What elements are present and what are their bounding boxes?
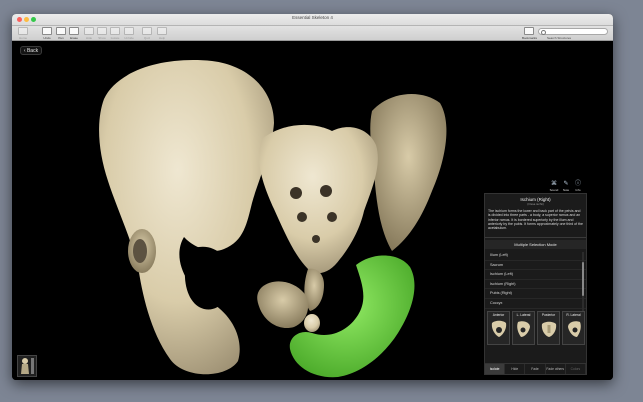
toolbar-quiz-label: Quiz <box>143 36 151 40</box>
multiple-selection-header: Multiple Selection Mode <box>485 240 586 249</box>
info-button[interactable]: ⓘ Info <box>572 181 584 192</box>
sacral-foramen-3 <box>297 212 307 222</box>
sacrum[interactable] <box>259 124 378 274</box>
list-item[interactable]: Sacrum <box>485 261 586 271</box>
toolbar-pen-label: Pen <box>58 36 64 40</box>
toolbar-bookmarks-label: Bookmarks <box>522 36 538 40</box>
toolbar-show-button[interactable]: Show <box>95 27 109 40</box>
toolbar: Home Undo Pen Erase Hide Show Isolate Un… <box>12 26 613 41</box>
pelvis-thumbnail-left-lateral <box>516 321 530 337</box>
info-label: Info <box>575 188 581 192</box>
back-button[interactable]: ‹ Back <box>20 46 42 55</box>
sound-label: Sound <box>549 188 559 192</box>
view-right-lateral-label: R. Lateral <box>566 313 581 317</box>
pelvis-thumbnail-anterior <box>491 320 506 337</box>
search-label: Search Structures <box>547 36 572 40</box>
toolbar-home-button[interactable]: Home <box>16 27 30 40</box>
quiz-icon <box>142 27 152 35</box>
undo-icon <box>42 27 52 35</box>
view-posterior-button[interactable]: Posterior <box>537 311 560 345</box>
pubic-symphysis[interactable] <box>304 314 320 332</box>
selection-mode-bar: Isolate Hide Fade Fade others Colors <box>485 363 587 374</box>
mode-hide-button[interactable]: Hide <box>505 364 526 374</box>
mode-isolate-button[interactable]: Isolate <box>485 364 506 374</box>
toolbar-undo-button[interactable]: Undo <box>40 27 54 40</box>
sound-button[interactable]: ⌘ Sound <box>548 181 560 192</box>
info-panel: ⌘ Sound ✎ Note ⓘ Info Ischium (Right) (O… <box>484 181 587 375</box>
view-right-lateral-button[interactable]: R. Lateral <box>562 311 585 345</box>
pelvis-thumbnail-posterior <box>541 321 556 337</box>
mode-colors-button[interactable]: Colors <box>566 364 587 374</box>
search-input[interactable] <box>538 28 608 35</box>
sacral-foramen-4 <box>327 212 337 222</box>
toolbar-bookmarks-button[interactable]: Bookmarks <box>522 27 538 40</box>
structure-latin-name: (Ossa ischii) <box>527 202 544 206</box>
help-icon <box>157 27 167 35</box>
toolbar-hide-label: Hide <box>85 36 93 40</box>
list-item[interactable]: Ilium (Left) <box>485 251 586 261</box>
selection-list: Ilium (Left) Sacrum Ischium (Left) Ischi… <box>485 251 586 309</box>
scroll-thumb[interactable] <box>582 262 584 296</box>
toolbar-isolate-button[interactable]: Isolate <box>108 27 122 40</box>
note-icon: ✎ <box>563 181 569 187</box>
back-button-label: Back <box>26 48 39 54</box>
toolbar-home-label: Home <box>18 36 27 40</box>
skeleton-figure-thumbnail[interactable] <box>17 355 37 377</box>
toolbar-isolate-label: Isolate <box>110 36 120 40</box>
structure-description: The ischium forms the lower and back par… <box>488 209 583 231</box>
unhide-icon <box>124 27 134 35</box>
skeleton-figure-icon <box>21 358 34 374</box>
ilium-left[interactable] <box>99 60 274 375</box>
list-item[interactable]: Pubis (Right) <box>485 289 586 299</box>
toolbar-quiz-button[interactable]: Quiz <box>140 27 154 40</box>
window-title: Essential Skeleton 4 <box>292 15 333 20</box>
view-posterior-label: Posterior <box>541 313 556 317</box>
mode-fade-button[interactable]: Fade <box>525 364 546 374</box>
view-left-lateral-button[interactable]: L. Lateral <box>512 311 535 345</box>
sound-icon: ⌘ <box>551 181 557 187</box>
3d-viewport[interactable]: ‹ Back ⌘ Sound ✎ Note ⓘ Info Ischium (Ri… <box>12 41 613 380</box>
show-icon <box>97 27 107 35</box>
list-item[interactable]: Ischium (Left) <box>485 270 586 280</box>
pelvis-thumbnail-right-lateral <box>567 321 581 337</box>
app-window: Essential Skeleton 4 Home Undo Pen Erase… <box>12 14 613 380</box>
toolbar-help-label: Help <box>158 36 166 40</box>
list-item[interactable]: Coccyx <box>485 299 586 309</box>
sacral-foramen-2 <box>320 185 332 197</box>
toolbar-unhide-button[interactable]: Unhide <box>122 27 136 40</box>
eraser-icon <box>69 27 79 35</box>
ilium-right[interactable] <box>370 93 447 251</box>
toolbar-undo-label: Undo <box>43 36 51 40</box>
sacral-foramen-5 <box>312 235 320 243</box>
toolbar-hide-button[interactable]: Hide <box>82 27 96 40</box>
title-bar: Essential Skeleton 4 <box>12 14 613 26</box>
toolbar-unhide-label: Unhide <box>124 36 134 40</box>
toolbar-show-label: Show <box>98 36 106 40</box>
panel-divider <box>485 237 586 238</box>
mode-fade-others-button[interactable]: Fade others <box>546 364 566 374</box>
toolbar-erase-label: Erase <box>70 36 78 40</box>
note-button[interactable]: ✎ Note <box>560 181 572 192</box>
toolbar-erase-button[interactable]: Erase <box>67 27 81 40</box>
list-item[interactable]: Ischium (Right) <box>485 280 586 290</box>
bookmark-icon <box>524 27 534 35</box>
acetabulum-left-socket <box>133 239 147 263</box>
isolate-icon <box>110 27 120 35</box>
pen-icon <box>56 27 66 35</box>
panel-icon-bar: ⌘ Sound ✎ Note ⓘ Info <box>548 181 584 192</box>
note-label: Note <box>562 188 570 192</box>
view-anterior-label: Anterior <box>492 313 505 317</box>
view-left-lateral-label: L. Lateral <box>516 313 531 317</box>
view-presets: Anterior L. Lateral Posterior R. Lateral <box>487 311 586 345</box>
home-icon <box>18 27 28 35</box>
toolbar-pen-button[interactable]: Pen <box>54 27 68 40</box>
pubis-right[interactable] <box>257 281 309 329</box>
info-icon: ⓘ <box>574 181 581 187</box>
search-icon <box>541 30 546 35</box>
hide-icon <box>84 27 94 35</box>
toolbar-help-button[interactable]: Help <box>155 27 169 40</box>
view-anterior-button[interactable]: Anterior <box>487 311 510 345</box>
sacral-foramen-1 <box>290 187 302 199</box>
